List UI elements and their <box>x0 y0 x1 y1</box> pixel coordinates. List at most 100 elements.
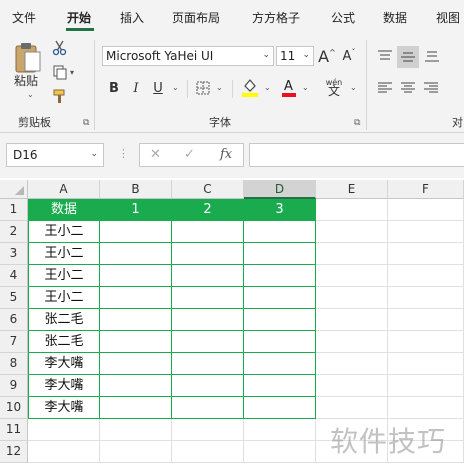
tab-data[interactable]: 数据 <box>383 9 407 26</box>
cell-e4[interactable] <box>316 265 388 287</box>
cell-c4[interactable] <box>172 265 244 287</box>
fill-color-button[interactable] <box>240 76 260 98</box>
copy-dropdown-icon[interactable]: ▾ <box>70 68 74 77</box>
cell-e8[interactable] <box>316 353 388 375</box>
cell-d7[interactable] <box>244 331 316 353</box>
cell-b4[interactable] <box>100 265 172 287</box>
cell-a8[interactable]: 李大嘴 <box>28 353 100 375</box>
row-header[interactable]: 5 <box>0 287 28 309</box>
align-right-button[interactable] <box>421 78 441 98</box>
confirm-icon[interactable]: ✓ <box>184 147 195 162</box>
phonetic-dropdown-icon[interactable]: ⌄ <box>350 83 357 92</box>
cell-f1[interactable] <box>388 199 464 221</box>
align-center-button[interactable] <box>398 78 418 98</box>
cell-b7[interactable] <box>100 331 172 353</box>
row-header[interactable]: 12 <box>0 441 28 463</box>
cell-b2[interactable] <box>100 221 172 243</box>
column-header-f[interactable]: F <box>388 180 464 199</box>
bold-button[interactable]: B <box>106 78 122 98</box>
column-header-a[interactable]: A <box>28 180 100 199</box>
cell-b6[interactable] <box>100 309 172 331</box>
align-left-button[interactable] <box>375 78 395 98</box>
cut-button[interactable] <box>50 38 70 58</box>
cell-f7[interactable] <box>388 331 464 353</box>
cell-c7[interactable] <box>172 331 244 353</box>
cancel-icon[interactable]: ✕ <box>150 147 161 162</box>
cell-d5[interactable] <box>244 287 316 309</box>
cell-f8[interactable] <box>388 353 464 375</box>
row-header[interactable]: 11 <box>0 419 28 441</box>
cell-c8[interactable] <box>172 353 244 375</box>
cell-d1[interactable]: 3 <box>244 199 316 221</box>
select-all-button[interactable] <box>0 180 28 199</box>
tab-fangfang[interactable]: 方方格子 <box>252 9 300 26</box>
cell-f6[interactable] <box>388 309 464 331</box>
cell-a9[interactable]: 李大嘴 <box>28 375 100 397</box>
phonetic-button[interactable]: wén 文 <box>322 76 346 98</box>
cell-f9[interactable] <box>388 375 464 397</box>
cell-e6[interactable] <box>316 309 388 331</box>
tab-view[interactable]: 视图 <box>436 9 460 26</box>
row-header[interactable]: 1 <box>0 199 28 221</box>
row-header[interactable]: 4 <box>0 265 28 287</box>
cell-a11[interactable] <box>28 419 100 441</box>
row-header[interactable]: 2 <box>0 221 28 243</box>
copy-button[interactable]: ▾ <box>50 62 76 82</box>
cell-c11[interactable] <box>172 419 244 441</box>
align-bottom-button[interactable] <box>422 46 442 66</box>
underline-button[interactable]: U <box>150 78 166 98</box>
font-color-dropdown-icon[interactable]: ⌄ <box>302 83 309 92</box>
fill-color-dropdown-icon[interactable]: ⌄ <box>264 83 271 92</box>
font-name-combo[interactable]: Microsoft YaHei UI ⌄ <box>102 46 274 66</box>
cell-b8[interactable] <box>100 353 172 375</box>
paste-label[interactable]: 粘贴 <box>14 72 38 89</box>
cell-b12[interactable] <box>100 441 172 463</box>
cell-c1[interactable]: 2 <box>172 199 244 221</box>
italic-button[interactable]: I <box>128 78 144 98</box>
borders-dropdown-icon[interactable]: ⌄ <box>216 83 223 92</box>
column-header-d[interactable]: D <box>244 180 316 199</box>
cell-a1[interactable]: 数据 <box>28 199 100 221</box>
column-header-e[interactable]: E <box>316 180 388 199</box>
name-box[interactable]: D16 ⌄ <box>6 143 104 167</box>
cell-b10[interactable] <box>100 397 172 419</box>
font-color-button[interactable]: A <box>280 76 298 98</box>
cell-e7[interactable] <box>316 331 388 353</box>
font-size-combo[interactable]: 11 ⌄ <box>276 46 314 66</box>
format-painter-button[interactable] <box>50 86 70 106</box>
column-header-c[interactable]: C <box>172 180 244 199</box>
underline-dropdown-icon[interactable]: ⌄ <box>172 83 179 92</box>
cell-d2[interactable] <box>244 221 316 243</box>
cell-d3[interactable] <box>244 243 316 265</box>
cell-b9[interactable] <box>100 375 172 397</box>
cell-c5[interactable] <box>172 287 244 309</box>
cell-a12[interactable] <box>28 441 100 463</box>
cell-d4[interactable] <box>244 265 316 287</box>
cell-d9[interactable] <box>244 375 316 397</box>
cell-e3[interactable] <box>316 243 388 265</box>
align-top-button[interactable] <box>375 46 395 66</box>
cell-d10[interactable] <box>244 397 316 419</box>
row-header[interactable]: 8 <box>0 353 28 375</box>
cell-e2[interactable] <box>316 221 388 243</box>
cell-a7[interactable]: 张二毛 <box>28 331 100 353</box>
cell-b3[interactable] <box>100 243 172 265</box>
cell-a10[interactable]: 李大嘴 <box>28 397 100 419</box>
cell-a5[interactable]: 王小二 <box>28 287 100 309</box>
cell-b11[interactable] <box>100 419 172 441</box>
column-header-b[interactable]: B <box>100 180 172 199</box>
cell-a6[interactable]: 张二毛 <box>28 309 100 331</box>
cell-f3[interactable] <box>388 243 464 265</box>
cell-d12[interactable] <box>244 441 316 463</box>
shrink-font-button[interactable]: Aˇ <box>340 46 358 66</box>
row-header[interactable]: 3 <box>0 243 28 265</box>
formula-input[interactable] <box>249 143 464 167</box>
row-header[interactable]: 9 <box>0 375 28 397</box>
cell-c10[interactable] <box>172 397 244 419</box>
row-header[interactable]: 6 <box>0 309 28 331</box>
cell-f4[interactable] <box>388 265 464 287</box>
cell-c6[interactable] <box>172 309 244 331</box>
cell-d11[interactable] <box>244 419 316 441</box>
tab-home[interactable]: 开始 <box>67 9 91 26</box>
cell-c9[interactable] <box>172 375 244 397</box>
